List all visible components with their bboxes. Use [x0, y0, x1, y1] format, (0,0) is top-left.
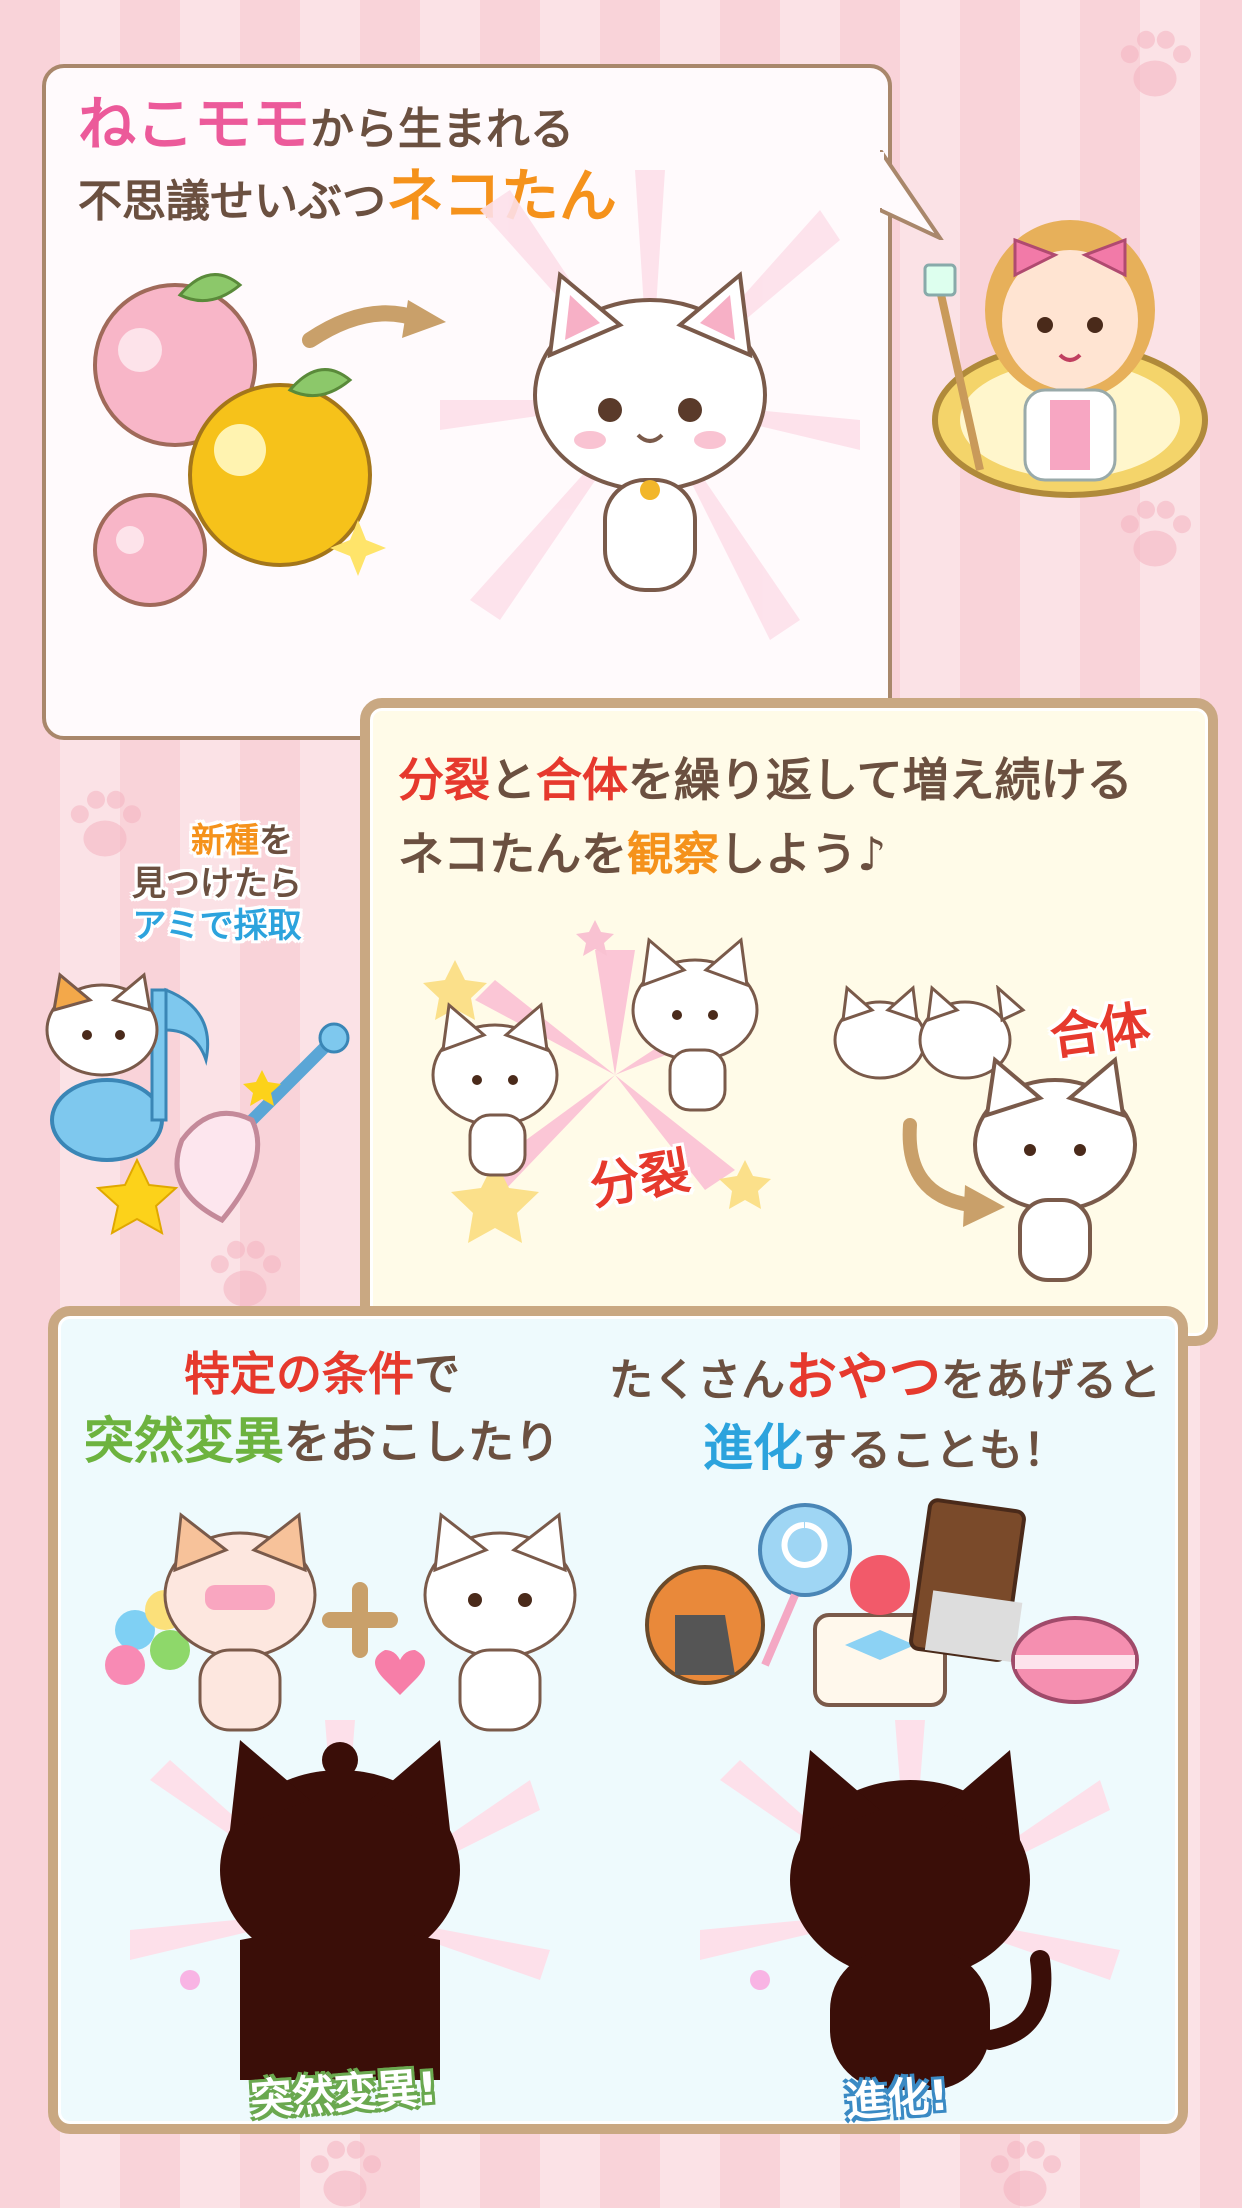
- paw-icon: [990, 2140, 1061, 2207]
- evolution-line-2-rest: することも！: [803, 1425, 1067, 1476]
- new-species-highlight: 新種: [191, 821, 259, 861]
- paw-icon: [1120, 30, 1191, 97]
- evolution-badge: 進化!: [843, 2070, 950, 2127]
- sparkle-icon: [180, 1970, 200, 1990]
- side-note-particle: を: [259, 821, 293, 861]
- intro-line-1: ねこモモから生まれる: [78, 88, 574, 161]
- mutation-silhouette: [130, 1720, 550, 2080]
- observe-highlight: 観察: [627, 827, 720, 881]
- split-merge-particle: と: [490, 753, 536, 807]
- split-merge-line-2-a: ネコたんを: [398, 827, 628, 881]
- split-merge-line-1-rest: を繰り返して増え続ける: [628, 753, 1133, 807]
- evolution-highlight: 進化: [703, 1419, 803, 1477]
- white-cat-icon: [423, 1512, 577, 1732]
- intro-line-1-rest: から生まれる: [310, 104, 575, 155]
- snacks-illustration: [645, 1498, 1139, 1707]
- arrow-icon: [302, 300, 446, 348]
- neko-tan-reveal: [440, 170, 860, 640]
- calico-cat-icon: [45, 972, 159, 1077]
- mutation-heading: 特定の条件で 突然変異をおこしたり: [72, 1346, 572, 1472]
- specific-condition-highlight: 特定の条件: [184, 1347, 414, 1401]
- evolution-line-1-c: をあげると: [941, 1355, 1161, 1406]
- evolution-silhouette: [700, 1720, 1120, 2090]
- neko-momo-highlight: ねこモモ: [78, 90, 311, 158]
- paw-icon: [1120, 500, 1191, 567]
- paw-icon: [310, 2140, 381, 2207]
- mutation-highlight: 突然変異: [84, 1411, 284, 1470]
- mutation-particle: で: [414, 1347, 460, 1401]
- star-icon: [95, 1157, 179, 1235]
- side-note-line-2: 見つけたら: [132, 863, 302, 904]
- white-cat-icon: [918, 985, 1026, 1080]
- striped-cat-icon: [163, 1512, 317, 1732]
- split-merge-line-2-c: しよう♪: [719, 827, 887, 881]
- mutation-line-2-rest: をおこしたり: [284, 1414, 560, 1469]
- heart-icon: [375, 1650, 425, 1695]
- white-cat-icon: [631, 937, 759, 1112]
- scientist-girl-avatar: [923, 220, 1208, 498]
- white-cat-icon: [833, 985, 927, 1080]
- split-highlight: 分裂: [398, 753, 490, 807]
- split-merge-line-2: ネコたんを観察しよう♪: [398, 826, 886, 884]
- small-peach-icon: [93, 493, 207, 607]
- sparkle-icon: [750, 1970, 770, 1990]
- side-note-net: アミで: [132, 906, 234, 946]
- cat-couple-illustration: [105, 1512, 577, 1732]
- side-note-collect: 採取: [233, 906, 302, 946]
- white-cat-icon: [973, 1056, 1137, 1282]
- chocolate-bar-icon: [909, 1498, 1026, 1663]
- arrow-icon: [902, 1118, 977, 1212]
- net-and-music-illustration: [45, 972, 350, 1235]
- cookie-icon: [645, 1565, 765, 1685]
- evolution-heading: たくさんおやつをあげると 進化することも！: [600, 1346, 1170, 1480]
- snacks-highlight: おやつ: [784, 1348, 941, 1408]
- macaron-icon: [1011, 1616, 1139, 1704]
- intro-line-2-rest: 不思議せいぶつ: [78, 176, 386, 227]
- merge-highlight: 合体: [536, 753, 628, 807]
- evolution-line-1-a: たくさん: [608, 1355, 785, 1406]
- mutation-badge: 突然変異!: [248, 2062, 439, 2125]
- plus-icon: [322, 1582, 398, 1658]
- split-merge-line-1: 分裂と合体を繰り返して増え続ける: [398, 752, 1133, 810]
- side-note: 新種を 見つけたら アミで採取: [132, 820, 302, 948]
